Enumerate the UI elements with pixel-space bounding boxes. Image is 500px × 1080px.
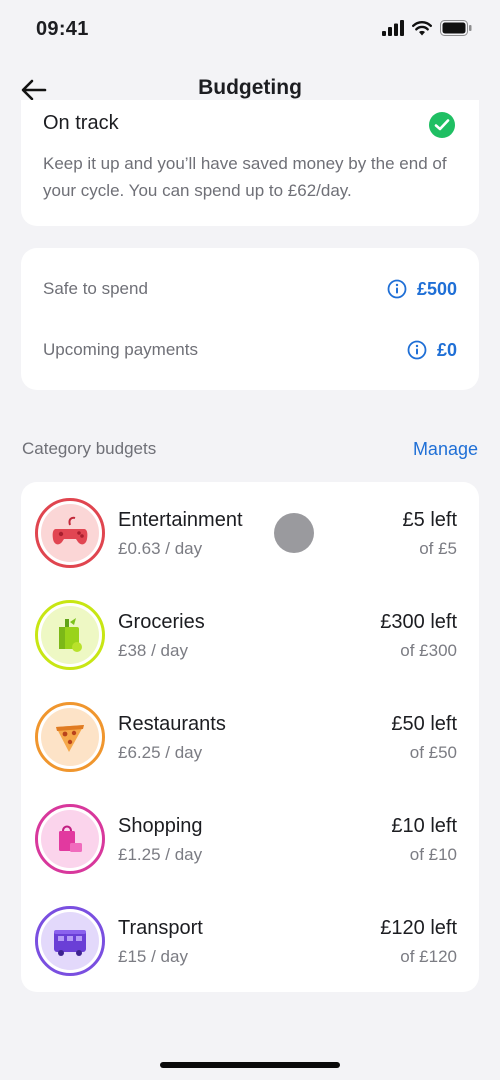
signal-icon bbox=[382, 20, 404, 36]
category-amount-left: £50 left bbox=[391, 713, 457, 735]
category-row-entertainment[interactable]: Entertainment £0.63 / day £5 left of £5 bbox=[21, 482, 479, 584]
category-amount-left: £120 left bbox=[380, 917, 457, 939]
category-avatar bbox=[35, 702, 105, 772]
upcoming-payments-label: Upcoming payments bbox=[43, 340, 198, 359]
shopping-bag-icon bbox=[59, 825, 82, 852]
category-name: Groceries bbox=[118, 611, 205, 633]
category-name: Transport bbox=[118, 917, 203, 939]
safe-to-spend-label: Safe to spend bbox=[43, 279, 148, 298]
status-icons bbox=[382, 20, 472, 36]
category-row-transport[interactable]: Transport £15 / day £120 left of £120 bbox=[21, 890, 479, 992]
manage-button[interactable]: Manage bbox=[413, 439, 478, 460]
safe-to-spend-value: £500 bbox=[416, 278, 457, 299]
upcoming-payments-value: £0 bbox=[436, 339, 457, 360]
category-amount-left: £5 left bbox=[402, 509, 457, 531]
status-bar: 09:41 bbox=[0, 0, 500, 60]
category-budget-total: of £5 bbox=[419, 539, 457, 558]
category-daily-rate: £38 / day bbox=[118, 641, 188, 660]
checkmark-icon bbox=[429, 112, 455, 138]
status-description: Keep it up and you’ll have saved money b… bbox=[43, 154, 447, 200]
upcoming-payments-row: Upcoming payments £0 bbox=[43, 335, 457, 365]
page-title: Budgeting bbox=[198, 76, 302, 99]
status-card: On track Keep it up and you’ll have save… bbox=[21, 100, 479, 226]
bus-icon bbox=[54, 930, 86, 956]
safe-to-spend-row: Safe to spend £500 bbox=[43, 274, 457, 304]
status-time: 09:41 bbox=[36, 18, 89, 40]
category-budget-total: of £120 bbox=[400, 947, 457, 966]
touch-indicator bbox=[274, 513, 314, 553]
spend-summary-card: Safe to spend £500 Upcoming payments £0 bbox=[21, 248, 479, 390]
category-daily-rate: £6.25 / day bbox=[118, 743, 203, 762]
category-budget-total: of £10 bbox=[409, 845, 457, 864]
grocery-bag-icon bbox=[59, 618, 82, 652]
category-avatar bbox=[35, 804, 105, 874]
category-avatar bbox=[35, 906, 105, 976]
wifi-icon bbox=[412, 21, 432, 36]
category-name: Entertainment bbox=[118, 509, 243, 531]
battery-icon bbox=[440, 20, 472, 36]
category-budget-total: of £50 bbox=[409, 743, 457, 762]
category-budget-total: of £300 bbox=[400, 641, 457, 660]
safe-to-spend-info-button[interactable]: £500 bbox=[387, 279, 457, 300]
category-name: Restaurants bbox=[118, 713, 226, 735]
home-indicator[interactable] bbox=[160, 1062, 340, 1068]
info-icon bbox=[387, 279, 407, 299]
game-controller-icon bbox=[52, 516, 88, 545]
section-title: Category budgets bbox=[22, 439, 157, 458]
upcoming-payments-info-button[interactable]: £0 bbox=[407, 340, 457, 361]
status-title: On track bbox=[43, 112, 119, 134]
category-budgets-header: Category budgets Manage bbox=[22, 436, 478, 462]
category-list: Entertainment £0.63 / day £5 left of £5 … bbox=[21, 482, 479, 992]
category-name: Shopping bbox=[118, 815, 203, 837]
category-daily-rate: £15 / day bbox=[118, 947, 188, 966]
info-icon bbox=[407, 340, 427, 360]
category-row-groceries[interactable]: Groceries £38 / day £300 left of £300 bbox=[21, 584, 479, 686]
pizza-slice-icon bbox=[56, 725, 84, 752]
category-amount-left: £10 left bbox=[391, 815, 457, 837]
category-avatar bbox=[35, 600, 105, 670]
category-row-restaurants[interactable]: Restaurants £6.25 / day £50 left of £50 bbox=[21, 686, 479, 788]
category-daily-rate: £0.63 / day bbox=[118, 539, 203, 558]
category-avatar bbox=[35, 498, 105, 568]
category-row-shopping[interactable]: Shopping £1.25 / day £10 left of £10 bbox=[21, 788, 479, 890]
category-daily-rate: £1.25 / day bbox=[118, 845, 203, 864]
category-amount-left: £300 left bbox=[380, 611, 457, 633]
